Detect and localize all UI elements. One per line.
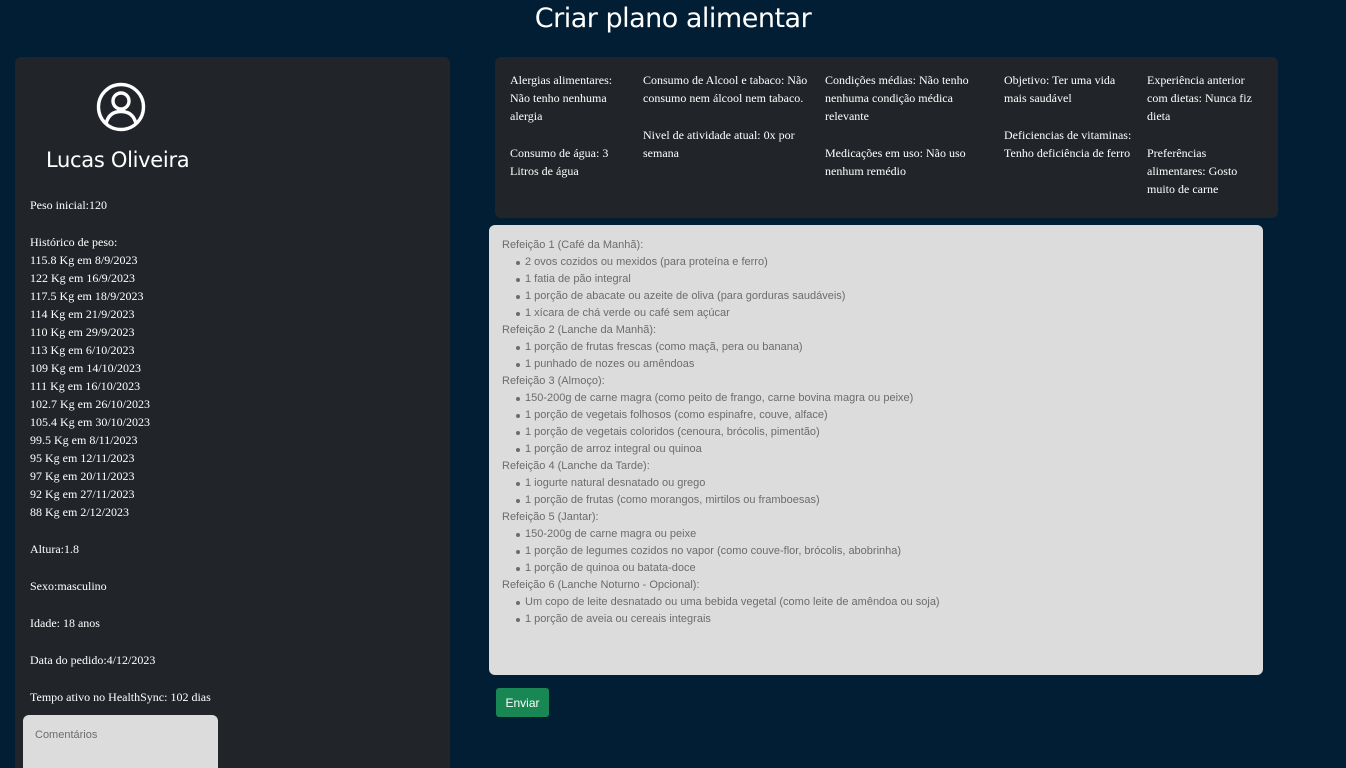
meal-item: 1 porção de legumes cozidos no vapor (co… (502, 543, 1252, 560)
meal-item: 1 fatia de pão integral (502, 271, 1252, 288)
meal-title: Refeição 2 (Lanche da Manhã): (502, 324, 657, 336)
medications-info: Medicações em uso: Não uso nenhum remédi… (825, 146, 966, 178)
meal-item: 1 porção de vegetais coloridos (cenoura,… (502, 424, 1252, 441)
meal-item: 1 porção de abacate ou azeite de oliva (… (502, 288, 1252, 305)
user-name: Lucas Oliveira (46, 148, 190, 172)
page-title: Criar plano alimentar (534, 3, 812, 34)
weight-history-entry: 92 Kg em 27/11/2023 (30, 487, 135, 501)
user-circle-icon (96, 82, 146, 132)
meal-item: 1 porção de quinoa ou batata-doce (502, 560, 1252, 577)
user-sidebar: Lucas Oliveira Peso inicial:120 Históric… (15, 57, 450, 768)
meal-plan-textarea[interactable]: Refeição 1 (Café da Manhã): 2 ovos cozido… (489, 225, 1263, 675)
info-column-1: Alergias alimentares: Não tenho nenhuma … (510, 71, 628, 199)
weight-history-entry: 110 Kg em 29/9/2023 (30, 325, 135, 339)
weight-history-entry: 105.4 Kg em 30/10/2023 (30, 415, 150, 429)
weight-history-entry: 117.5 Kg em 18/9/2023 (30, 289, 144, 303)
weight-history-entry: 97 Kg em 20/11/2023 (30, 469, 135, 483)
meal-item: Um copo de leite desnatado ou uma bebida… (502, 594, 1252, 611)
vitamin-deficiencies-info: Deficiencias de vitaminas: Tenho deficiê… (1004, 128, 1132, 160)
meal-item: 1 xícara de chá verde ou café sem açúcar (502, 305, 1252, 322)
diet-experience-info: Experiência anterior com dietas: Nunca f… (1147, 73, 1252, 123)
meal-title: Refeição 3 (Almoço): (502, 375, 605, 387)
allergies-info: Alergias alimentares: Não tenho nenhuma … (510, 73, 613, 123)
info-column-5: Experiência anterior com dietas: Nunca f… (1147, 71, 1259, 217)
meal-title: Refeição 4 (Lanche da Tarde): (502, 460, 650, 472)
meal-title: Refeição 1 (Café da Manhã): (502, 239, 644, 251)
weight-history-entry: 109 Kg em 14/10/2023 (30, 361, 141, 375)
meal-title: Refeição 5 (Jantar): (502, 511, 599, 523)
patient-info-card: Alergias alimentares: Não tenho nenhuma … (495, 57, 1278, 218)
meal-plan-content: Refeição 1 (Café da Manhã): 2 ovos cozido… (502, 237, 1252, 628)
alcohol-tobacco-info: Consumo de Alcool e tabaco: Não consumo … (643, 73, 808, 105)
info-column-3: Condições médias: Não tenho nenhuma cond… (825, 71, 985, 199)
info-column-2: Consumo de Alcool e tabaco: Não consumo … (643, 71, 813, 181)
meal-item: 1 porção de vegetais folhosos (como espi… (502, 407, 1252, 424)
meal-item: 1 porção de frutas (como morangos, mirti… (502, 492, 1252, 509)
weight-history-entry: 95 Kg em 12/11/2023 (30, 451, 135, 465)
meal-item: 150-200g de carne magra ou peixe (502, 526, 1252, 543)
meal-item: 1 porção de arroz integral ou quinoa (502, 441, 1252, 458)
weight-history-entry: 114 Kg em 21/9/2023 (30, 307, 135, 321)
activity-level-info: Nivel de atividade atual: 0x por semana (643, 128, 795, 160)
meal-item: 150-200g de carne magra (como peito de f… (502, 390, 1252, 407)
send-button[interactable]: Enviar (496, 688, 549, 717)
request-date: Data do pedido:4/12/2023 (30, 653, 156, 667)
sex-info: Sexo:masculino (30, 579, 107, 593)
weight-history-entry: 111 Kg em 16/10/2023 (30, 379, 141, 393)
medical-conditions-info: Condições médias: Não tenho nenhuma cond… (825, 73, 969, 123)
meal-item: 1 punhado de nozes ou amêndoas (502, 356, 1252, 373)
weight-history-entry: 99.5 Kg em 8/11/2023 (30, 433, 138, 447)
meal-item: 1 iogurte natural desnatado ou grego (502, 475, 1252, 492)
user-info: Peso inicial:120 Histórico de peso: 115.… (30, 196, 430, 706)
meal-item: 1 porção de aveia ou cereais integrais (502, 611, 1252, 628)
info-column-4: Objetivo: Ter uma vida mais saudável Def… (1004, 71, 1139, 181)
weight-history-list: 115.8 Kg em 8/9/2023 122 Kg em 16/9/2023 1… (30, 251, 430, 521)
goal-info: Objetivo: Ter uma vida mais saudável (1004, 73, 1116, 105)
comments-textarea[interactable]: Comentários (23, 715, 218, 768)
meal-item: 2 ovos cozidos ou mexidos (para proteína… (502, 254, 1252, 271)
initial-weight: Peso inicial:120 (30, 198, 107, 212)
age-info: Idade: 18 anos (30, 616, 100, 630)
active-time: Tempo ativo no HealthSync: 102 dias (30, 690, 211, 704)
weight-history-entry: 122 Kg em 16/9/2023 (30, 271, 135, 285)
weight-history-title: Histórico de peso: (30, 235, 118, 249)
meal-item: 1 porção de frutas frescas (como maçã, p… (502, 339, 1252, 356)
food-preferences-info: Preferências alimentares: Gosto muito de… (1147, 146, 1238, 196)
weight-history-entry: 115.8 Kg em 8/9/2023 (30, 253, 138, 267)
height-info: Altura:1.8 (30, 542, 79, 556)
weight-history-entry: 88 Kg em 2/12/2023 (30, 505, 129, 519)
weight-history-entry: 102.7 Kg em 26/10/2023 (30, 397, 150, 411)
meal-title: Refeição 6 (Lanche Noturno - Opcional): (502, 579, 700, 591)
weight-history-entry: 113 Kg em 6/10/2023 (30, 343, 135, 357)
water-info: Consumo de água: 3 Litros de água (510, 146, 609, 178)
comments-placeholder: Comentários (35, 729, 98, 741)
